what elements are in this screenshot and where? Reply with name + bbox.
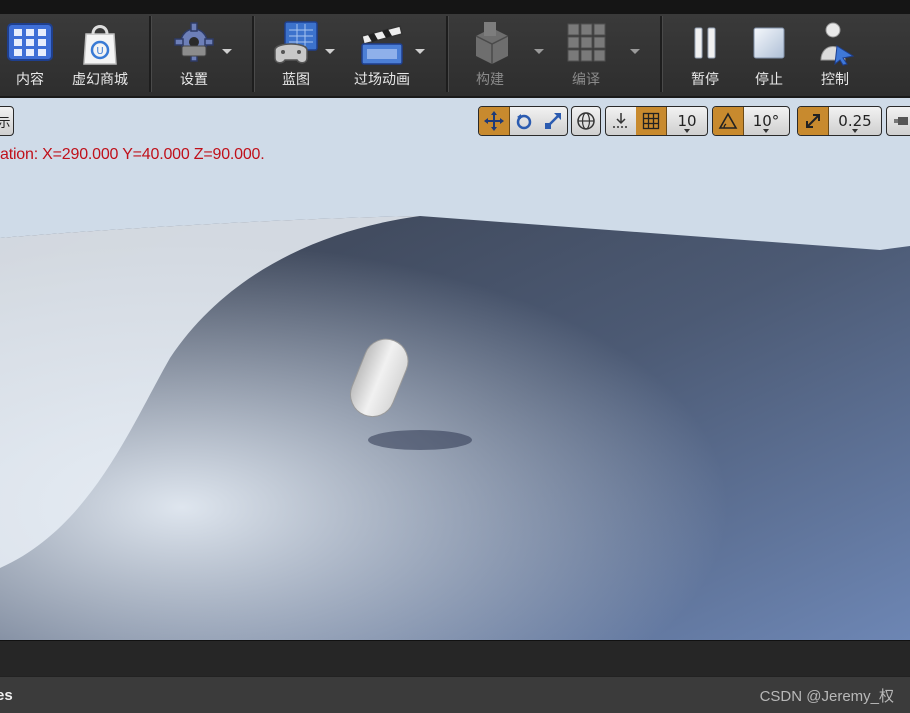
level-editor-toolbar: 内容 U 虚幻商城 设置 蓝图 过场动画 构建 编译 暂停 停止 控制 (0, 14, 910, 98)
surface-snap-button[interactable] (606, 107, 636, 135)
compile-icon (562, 20, 610, 70)
possess-control-icon (813, 20, 857, 70)
toolbar-separator (252, 16, 255, 92)
marketplace-icon: U (80, 20, 120, 70)
chevron-down-icon (852, 129, 858, 133)
toolbar-blueprints-button[interactable]: 蓝图 (268, 14, 324, 96)
angle-icon (718, 112, 738, 129)
build-icon (466, 20, 514, 70)
settings-dropdown-caret[interactable] (222, 49, 232, 54)
watermark-text: CSDN @Jeremy_权 (759, 688, 894, 705)
bottom-panel (0, 640, 910, 677)
cinematics-icon (358, 20, 406, 70)
compile-dropdown-caret[interactable] (630, 49, 640, 54)
status-bar: es CSDN @Jeremy_权 (0, 676, 910, 713)
rotate-icon (516, 114, 532, 130)
world-local-toggle[interactable] (571, 106, 601, 136)
chevron-down-icon (684, 129, 690, 133)
move-arrows-icon (484, 111, 504, 131)
toolbar-marketplace-button[interactable]: U 虚幻商城 (66, 14, 134, 96)
grid-icon (642, 112, 660, 130)
toolbar-build-button[interactable]: 构建 (462, 14, 518, 96)
toolbar-separator (446, 16, 449, 92)
settings-gear-icon (172, 20, 216, 68)
scale-snap-icon (806, 114, 820, 128)
pause-icon (685, 20, 725, 68)
rotate-mode-button[interactable] (509, 107, 539, 135)
toolbar-label: 内容 (16, 72, 44, 88)
rotation-snap-toggle[interactable] (713, 107, 744, 135)
toolbar-label: 蓝图 (282, 72, 310, 88)
blueprint-icon (271, 20, 321, 70)
viewport-tab-label: 示 (0, 107, 13, 135)
transform-mode-group (478, 106, 568, 136)
toolbar-content-button[interactable]: 内容 (4, 14, 56, 96)
toolbar-separator (149, 16, 152, 92)
grid-snap-toggle[interactable] (636, 107, 667, 135)
toolbar-label: 控制 (821, 72, 849, 88)
toolbar-possess-button[interactable]: 控制 (810, 14, 860, 96)
rotation-snap-value: 10° (752, 112, 780, 130)
toolbar-label: 设置 (180, 72, 208, 88)
toolbar-separator (660, 16, 663, 92)
grid-snap-group: 10 (605, 106, 708, 136)
grid-snap-value: 10 (677, 112, 697, 130)
toolbar-pause-button[interactable]: 暂停 (680, 14, 730, 96)
rotation-snap-group: 10° (712, 106, 790, 136)
scale-snap-value: 0.25 (838, 112, 872, 130)
globe-icon (577, 112, 595, 130)
camera-speed-button[interactable] (886, 106, 910, 136)
toolbar-label: 停止 (755, 72, 783, 88)
toolbar-settings-button[interactable]: 设置 (166, 14, 222, 96)
location-message: ation: X=290.000 Y=40.000 Z=90.000. (0, 146, 265, 163)
status-tab-fragment[interactable]: es (0, 687, 13, 704)
toolbar-label: 虚幻商城 (72, 72, 128, 88)
toolbar-cinematics-button[interactable]: 过场动画 (346, 14, 418, 96)
viewport-options-tab[interactable]: 示 (0, 106, 14, 136)
scale-snap-group: 0.25 (797, 106, 882, 136)
surface-snap-icon (613, 113, 629, 128)
chevron-down-icon (763, 129, 769, 133)
toolbar-compile-button[interactable]: 编译 (556, 14, 616, 96)
toolbar-label: 过场动画 (354, 72, 410, 88)
toolbar-stop-button[interactable]: 停止 (744, 14, 794, 96)
window-top-strip (0, 0, 910, 14)
rotation-snap-value-dropdown[interactable]: 10° (743, 107, 789, 135)
blueprints-dropdown-caret[interactable] (325, 49, 335, 54)
scale-snap-value-dropdown[interactable]: 0.25 (828, 107, 882, 135)
cinematics-dropdown-caret[interactable] (415, 49, 425, 54)
build-dropdown-caret[interactable] (534, 49, 544, 54)
toolbar-label: 编译 (572, 72, 600, 88)
content-browser-icon (6, 20, 54, 68)
toolbar-label: 构建 (476, 72, 504, 88)
translate-mode-button[interactable] (479, 107, 510, 135)
level-viewport[interactable]: 示 (0, 98, 910, 642)
camera-icon (894, 117, 908, 125)
scale-icon (545, 113, 561, 129)
stop-icon (749, 20, 789, 68)
scale-snap-toggle[interactable] (798, 107, 829, 135)
scale-mode-button[interactable] (539, 107, 567, 135)
svg-text:U: U (96, 46, 103, 57)
grid-snap-value-dropdown[interactable]: 10 (666, 107, 708, 135)
scene-render (0, 98, 910, 640)
toolbar-label: 暂停 (691, 72, 719, 88)
